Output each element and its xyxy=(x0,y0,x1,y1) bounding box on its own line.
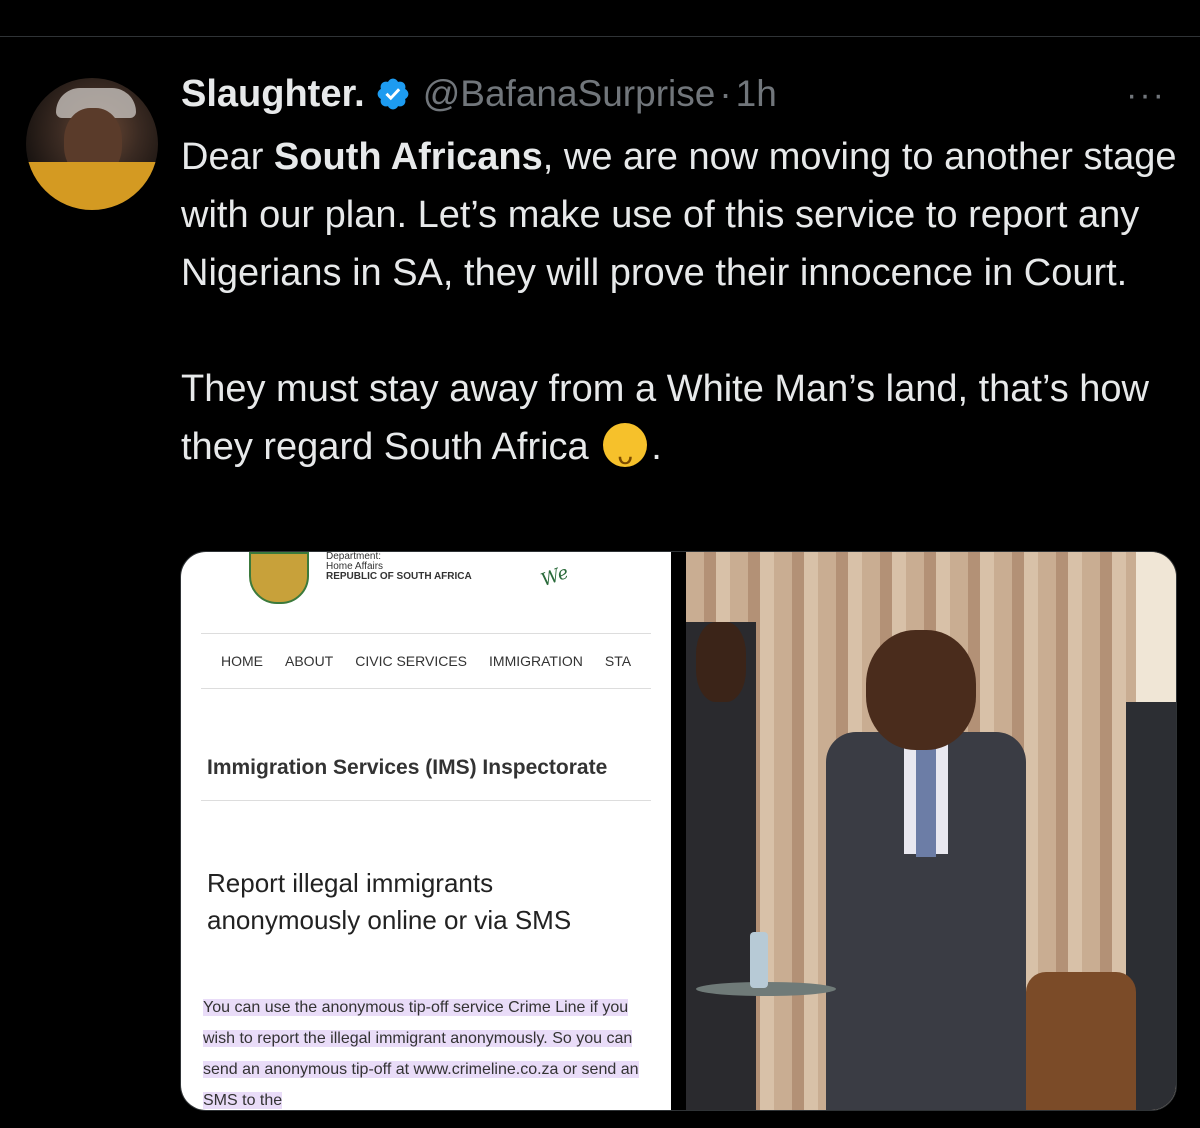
person-left-head xyxy=(696,622,746,702)
more-options-icon[interactable]: ··· xyxy=(1126,76,1166,115)
nav-item: ABOUT xyxy=(285,653,334,669)
we-script-text: We xyxy=(538,561,572,592)
author-handle[interactable]: @BafanaSurprise xyxy=(423,73,716,115)
top-divider xyxy=(0,36,1200,37)
highlighted-text: You can use the anonymous tip-off servic… xyxy=(203,999,639,1109)
site-nav: HOME ABOUT CIVIC SERVICES IMMIGRATION ST… xyxy=(221,653,631,669)
media-image-photo[interactable] xyxy=(686,552,1176,1110)
water-bottle xyxy=(750,932,768,988)
rolling-laughing-emoji-icon: ᴗ xyxy=(603,423,648,471)
avatar-shirt xyxy=(26,162,158,210)
timestamp[interactable]: 1h xyxy=(736,73,777,115)
nav-item: IMMIGRATION xyxy=(489,653,583,669)
chair-right xyxy=(1026,972,1136,1110)
text-segment: They must stay away from a White Man’s l… xyxy=(181,368,1149,468)
nav-item: HOME xyxy=(221,653,263,669)
text-bold-segment: South Africans xyxy=(273,136,543,178)
section-title: Immigration Services (IMS) Inspectorate xyxy=(207,756,608,779)
separator: · xyxy=(719,73,732,114)
nav-divider xyxy=(201,633,651,634)
person-center-tie xyxy=(916,747,936,857)
page-body: You can use the anonymous tip-off servic… xyxy=(203,992,653,1110)
tweet-text: Dear South Africans, we are now moving t… xyxy=(181,128,1181,476)
dept-line: REPUBLIC OF SOUTH AFRICA xyxy=(326,571,472,582)
tweet-paragraph-1: Dear South Africans, we are now moving t… xyxy=(181,128,1181,302)
text-segment: . xyxy=(651,426,662,468)
coat-of-arms-icon xyxy=(249,552,309,604)
person-center-head xyxy=(866,630,976,750)
verified-badge-icon xyxy=(377,78,409,110)
tweet-header: Slaughter. @BafanaSurprise · 1h xyxy=(181,66,777,122)
department-label: Department: Home Affairs REPUBLIC OF SOU… xyxy=(326,552,472,582)
nav-item: CIVIC SERVICES xyxy=(355,653,468,669)
page-heading: Report illegal immigrants anonymously on… xyxy=(207,868,572,935)
author-name[interactable]: Slaughter. xyxy=(181,73,365,116)
section-divider xyxy=(201,800,651,801)
tweet-media[interactable]: Department: Home Affairs REPUBLIC OF SOU… xyxy=(180,551,1177,1111)
nav-divider xyxy=(201,688,651,689)
tweet-paragraph-2: They must stay away from a White Man’s l… xyxy=(181,360,1181,476)
media-image-screenshot[interactable]: Department: Home Affairs REPUBLIC OF SOU… xyxy=(181,552,671,1110)
nav-item: STA xyxy=(604,653,632,669)
text-segment: Dear xyxy=(181,136,274,178)
avatar[interactable] xyxy=(26,78,158,210)
